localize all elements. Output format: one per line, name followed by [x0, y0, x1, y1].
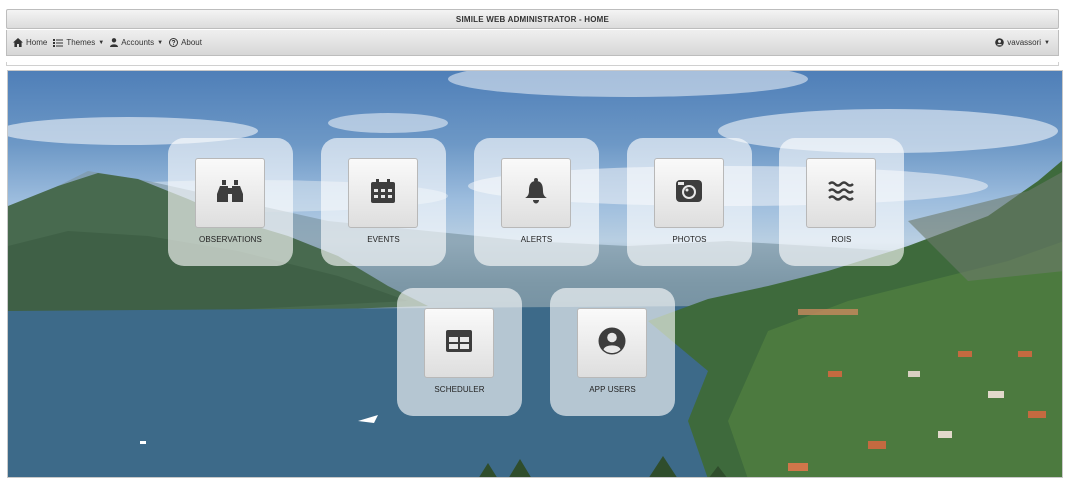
- tile-photos[interactable]: PHOTOS: [627, 138, 752, 266]
- table-icon: [446, 329, 472, 357]
- nav-divider: [6, 62, 1059, 66]
- app-title-bar: SIMILE WEB ADMINISTRATOR - HOME: [6, 9, 1059, 29]
- nav-themes[interactable]: Themes ▼: [53, 38, 104, 47]
- photos-button[interactable]: [654, 158, 724, 228]
- tile-photos-label: PHOTOS: [672, 235, 707, 244]
- chevron-down-icon: ▼: [98, 39, 105, 46]
- nav-accounts-label: Accounts: [121, 38, 155, 47]
- events-button[interactable]: [348, 158, 418, 228]
- user-icon: [110, 38, 119, 47]
- camera-icon: [676, 179, 702, 207]
- nav-home[interactable]: Home: [13, 38, 47, 47]
- chevron-down-icon: ▼: [1044, 39, 1050, 46]
- user-menu[interactable]: vavassori ▼: [995, 38, 1050, 47]
- tile-scheduler-label: SCHEDULER: [434, 385, 485, 394]
- tile-scheduler[interactable]: SCHEDULER: [397, 288, 522, 416]
- user-menu-label: vavassori: [1007, 38, 1042, 47]
- nav-themes-label: Themes: [66, 38, 96, 47]
- observations-button[interactable]: [195, 158, 265, 228]
- rois-button[interactable]: [806, 158, 876, 228]
- tile-rois-label: ROIS: [831, 235, 852, 244]
- tile-observations-label: OBSERVATIONS: [199, 235, 262, 244]
- nav-about-label: About: [181, 38, 202, 47]
- top-navbar: Home Themes ▼ Accounts ▼ About vavassori…: [6, 30, 1059, 56]
- app-title: SIMILE WEB ADMINISTRATOR - HOME: [455, 14, 610, 24]
- landscape-illustration: [8, 71, 1062, 477]
- question-circle-icon: [169, 38, 179, 47]
- tile-alerts[interactable]: ALERTS: [474, 138, 599, 266]
- binoculars-icon: [217, 179, 243, 207]
- nav-accounts[interactable]: Accounts ▼: [110, 38, 163, 47]
- hero-landscape-image: OBSERVATIONS EVENTS ALERTS PHOTOS ROIS S…: [7, 70, 1063, 478]
- nav-about[interactable]: About: [169, 38, 202, 47]
- home-icon: [13, 38, 23, 47]
- tile-events[interactable]: EVENTS: [321, 138, 446, 266]
- app-users-button[interactable]: [577, 308, 647, 378]
- bell-icon: [524, 177, 548, 209]
- user-circle-icon: [995, 38, 1005, 47]
- tile-alerts-label: ALERTS: [520, 235, 553, 244]
- nav-home-label: Home: [26, 38, 48, 47]
- tile-app-users-label: APP USERS: [589, 385, 636, 394]
- tile-events-label: EVENTS: [367, 235, 400, 244]
- calendar-icon: [371, 178, 395, 208]
- scheduler-button[interactable]: [424, 308, 494, 378]
- tile-rois[interactable]: ROIS: [779, 138, 904, 266]
- user-circle-icon: [598, 327, 626, 360]
- alerts-button[interactable]: [501, 158, 571, 228]
- tile-observations[interactable]: OBSERVATIONS: [168, 138, 293, 266]
- waves-icon: [828, 180, 854, 206]
- chevron-down-icon: ▼: [157, 39, 164, 46]
- tile-app-users[interactable]: APP USERS: [550, 288, 675, 416]
- list-icon: [53, 38, 64, 47]
